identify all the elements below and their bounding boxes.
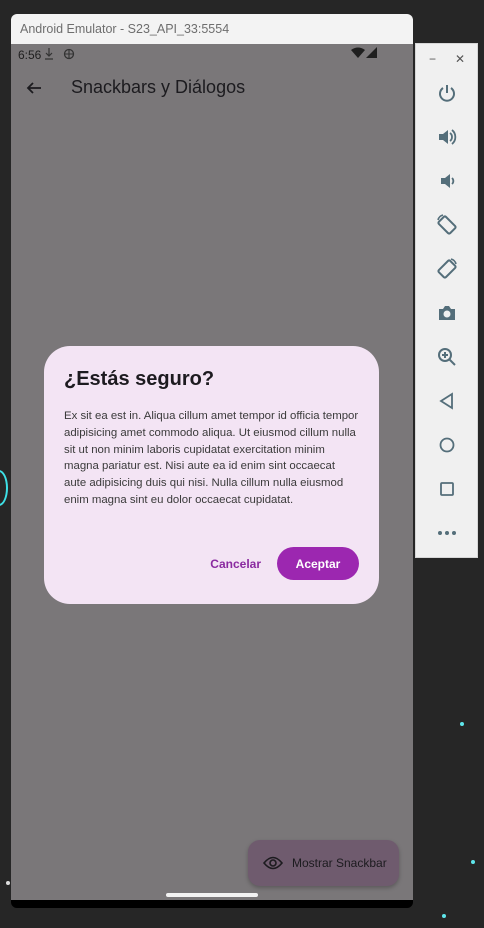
status-bar: 6:56 [11,44,413,66]
cancel-button[interactable]: Cancelar [210,549,261,579]
arrow-back-icon[interactable] [21,75,47,101]
dialog-body: Ex sit ea est in. Aliqua cillum amet tem… [64,410,359,506]
signal-icon [366,47,378,62]
dialog-title: ¿Estás seguro? [64,368,215,390]
background-dot [6,881,10,885]
background-dot [442,914,446,918]
emulator-window: Android Emulator - S23_API_33:5554 6:56 … [11,14,413,908]
minimize-icon[interactable]: − [429,52,436,66]
accessibility-icon [63,47,75,64]
window-title[interactable]: Android Emulator - S23_API_33:5554 [11,14,413,44]
dialog-actions: Cancelar Aceptar [210,547,359,580]
background-dot [471,860,475,864]
emulator-controls-panel: − ✕ [415,43,478,558]
volume-up-icon[interactable] [428,121,466,153]
background-decoration [0,470,8,506]
close-icon[interactable]: ✕ [455,52,465,66]
rotate-right-icon[interactable] [428,253,466,285]
rotate-left-icon[interactable] [428,209,466,241]
device-screen[interactable]: 6:56 Snackbars y Diálogos ¿Estás seguro?… [11,44,413,900]
camera-icon[interactable] [428,297,466,329]
eye-icon [262,852,284,874]
volume-down-icon[interactable] [428,165,466,197]
show-snackbar-button[interactable]: Mostrar Snackbar [248,840,399,886]
zoom-icon[interactable] [428,341,466,373]
home-icon[interactable] [428,429,466,461]
gesture-handle[interactable] [166,893,258,897]
accept-button[interactable]: Aceptar [277,547,359,580]
app-bar: Snackbars y Diálogos [11,66,413,110]
page-title: Snackbars y Diálogos [71,77,246,97]
background-dot [460,722,464,726]
download-icon [44,47,54,64]
status-time: 6:56 [18,48,42,62]
power-icon[interactable] [428,77,466,109]
overview-icon[interactable] [428,473,466,505]
fab-label: Mostrar Snackbar [292,856,387,870]
wifi-icon [351,47,365,62]
navigation-bar [11,900,413,908]
back-icon[interactable] [428,385,466,417]
more-icon[interactable] [428,517,466,549]
confirm-dialog: ¿Estás seguro? Ex sit ea est in. Aliqua … [44,346,379,604]
